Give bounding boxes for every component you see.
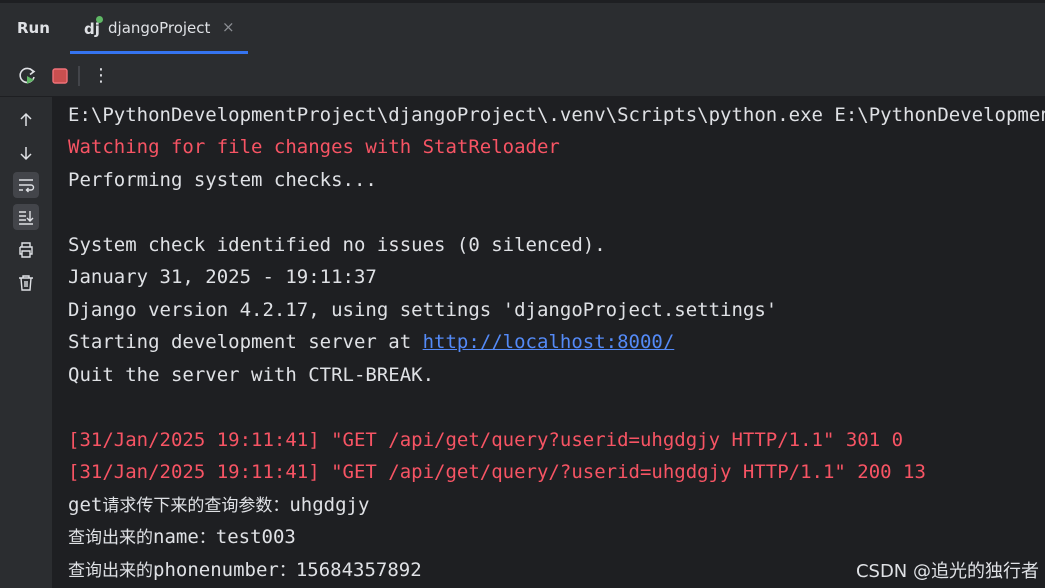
print-icon[interactable] xyxy=(13,237,39,263)
console-line-request-log: [31/Jan/2025 19:11:41] "GET /api/get/que… xyxy=(68,429,904,451)
soft-wrap-icon[interactable] xyxy=(13,172,39,198)
running-indicator-icon xyxy=(96,16,103,23)
scroll-up-icon[interactable] xyxy=(13,107,39,133)
console-line: E:\PythonDevelopmentProject\djangoProjec… xyxy=(68,104,1045,126)
console-line: January 31, 2025 - 19:11:37 xyxy=(68,266,377,288)
console-line: System check identified no issues (0 sil… xyxy=(68,234,606,256)
toolbar-separator xyxy=(78,66,80,86)
rerun-icon[interactable] xyxy=(16,65,38,87)
console-line: Quit the server with CTRL-BREAK. xyxy=(68,364,435,386)
name-label-cjk: 查询出来的 xyxy=(68,528,153,548)
run-tool-window-title: Run xyxy=(17,19,50,37)
clear-all-icon[interactable] xyxy=(13,270,39,296)
console-output[interactable]: E:\PythonDevelopmentProject\djangoProjec… xyxy=(52,97,1045,588)
console-line-phone: 查询出来的phonenumber：15684357892 xyxy=(68,557,422,583)
get-param-label: 请求传下来的查询参数： xyxy=(102,496,290,516)
get-prefix: get xyxy=(68,494,103,516)
csdn-watermark: CSDN @追光的独行者 xyxy=(855,561,1039,582)
phone-value: 15684357892 xyxy=(295,559,422,581)
name-separator: ： xyxy=(198,528,216,548)
console-line-name: 查询出来的name：test003 xyxy=(68,524,296,550)
stop-icon[interactable] xyxy=(49,65,71,87)
console-line-error: Watching for file changes with StatReloa… xyxy=(68,136,560,158)
scroll-down-icon[interactable] xyxy=(13,140,39,166)
console-line-server: Starting development server at http://lo… xyxy=(68,329,674,355)
name-value: test003 xyxy=(215,526,296,548)
close-tab-icon[interactable]: × xyxy=(222,18,235,36)
tab-django-project[interactable]: dj djangoProject × xyxy=(70,3,248,54)
console-line: Performing system checks... xyxy=(68,169,377,191)
console-line-get-param: get请求传下来的查询参数：uhgdgjy xyxy=(68,492,369,518)
get-param-value: uhgdgjy xyxy=(289,494,370,516)
console-line-request-log: [31/Jan/2025 19:11:41] "GET /api/get/que… xyxy=(68,461,926,483)
console-line: Django version 4.2.17, using settings 'd… xyxy=(68,299,778,321)
server-url-link[interactable]: http://localhost:8000/ xyxy=(423,331,675,353)
run-tool-window-header: Run dj djangoProject × xyxy=(0,0,1045,56)
name-key: name xyxy=(153,526,199,548)
run-toolbar: ⋮ xyxy=(0,56,1045,97)
tab-title: djangoProject xyxy=(108,19,211,37)
scroll-to-end-icon[interactable] xyxy=(13,204,39,230)
more-options-icon[interactable]: ⋮ xyxy=(90,65,112,87)
active-tab-indicator xyxy=(70,51,248,54)
server-start-text: Starting development server at xyxy=(68,331,423,353)
console-actions-sidebar xyxy=(0,97,52,588)
phone-label-cjk: 查询出来的 xyxy=(68,561,153,581)
phone-separator: ： xyxy=(278,561,296,581)
phone-key: phonenumber xyxy=(153,559,279,581)
